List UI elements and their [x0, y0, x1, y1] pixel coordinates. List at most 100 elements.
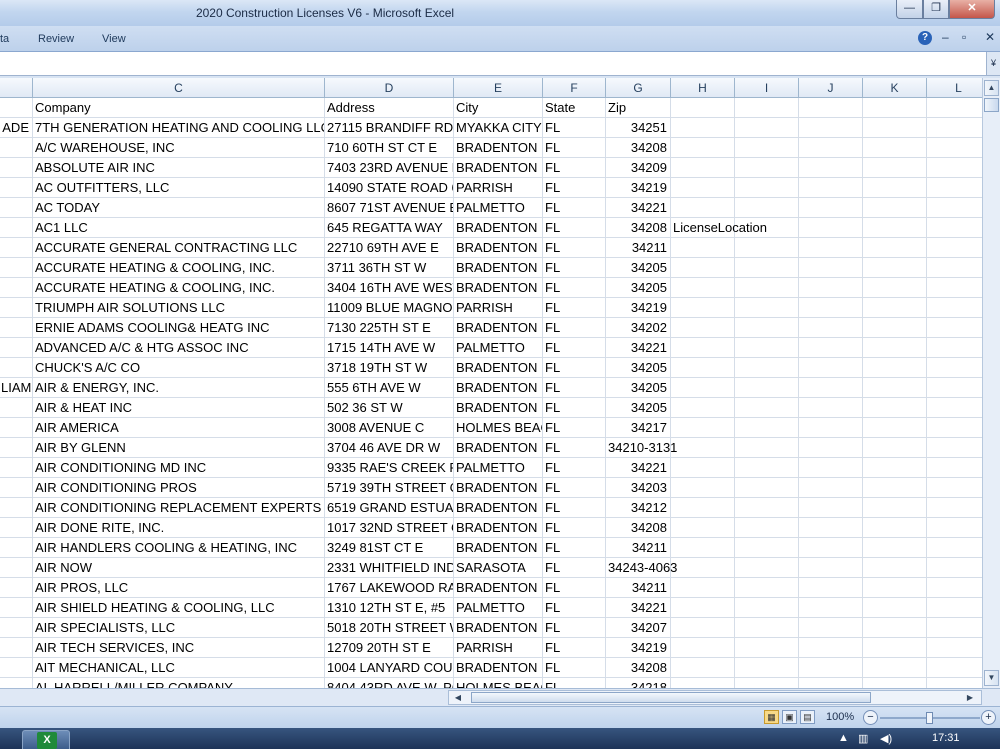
cell-h[interactable] [671, 258, 735, 278]
cell-k[interactable] [863, 258, 927, 278]
cell-b[interactable] [0, 578, 33, 598]
cell-l[interactable] [927, 98, 982, 118]
cell-i[interactable] [735, 98, 799, 118]
cell-k[interactable] [863, 338, 927, 358]
cell-j[interactable] [799, 658, 863, 678]
cell-j[interactable] [799, 338, 863, 358]
tab-view[interactable]: View [102, 33, 126, 45]
cell-l[interactable] [927, 638, 982, 658]
cell-l[interactable] [927, 138, 982, 158]
cell-l[interactable] [927, 238, 982, 258]
cell-h[interactable] [671, 178, 735, 198]
cell-state[interactable]: FL [543, 658, 606, 678]
cell-zip[interactable]: 34217 [606, 418, 671, 438]
cell-company[interactable]: AIR DONE RITE, INC. [33, 518, 325, 538]
cell-h[interactable] [671, 638, 735, 658]
cell-j[interactable] [799, 538, 863, 558]
scroll-up-icon[interactable]: ▲ [984, 80, 999, 96]
cell-k[interactable] [863, 118, 927, 138]
cell-company[interactable]: Company [33, 98, 325, 118]
column-header-d[interactable]: D [325, 78, 454, 98]
cell-city[interactable]: PARRISH [454, 638, 543, 658]
cell-address[interactable]: 5018 20TH STREET W [325, 618, 454, 638]
workbook-minimize-button[interactable]: – [942, 30, 949, 44]
cell-city[interactable]: BRADENTON [454, 578, 543, 598]
cell-city[interactable]: BRADENTON [454, 478, 543, 498]
cell-i[interactable] [735, 438, 799, 458]
cell-state[interactable]: FL [543, 158, 606, 178]
cell-k[interactable] [863, 138, 927, 158]
cell-zip[interactable]: 34202 [606, 318, 671, 338]
cell-k[interactable] [863, 518, 927, 538]
cell-b[interactable] [0, 598, 33, 618]
cell-i[interactable] [735, 238, 799, 258]
cell-company[interactable]: TRIUMPH AIR SOLUTIONS LLC [33, 298, 325, 318]
workbook-close-button[interactable]: ✕ [985, 30, 995, 44]
cell-city[interactable]: BRADENTON [454, 378, 543, 398]
cell-l[interactable] [927, 198, 982, 218]
cell-state[interactable]: FL [543, 518, 606, 538]
cell-k[interactable] [863, 478, 927, 498]
cell-zip[interactable]: 34208 [606, 138, 671, 158]
tab-review[interactable]: Review [38, 33, 74, 45]
cell-address[interactable]: 710 60TH ST CT E [325, 138, 454, 158]
cell-i[interactable] [735, 318, 799, 338]
cell-i[interactable] [735, 538, 799, 558]
cell-i[interactable] [735, 518, 799, 538]
cell-state[interactable]: FL [543, 218, 606, 238]
cell-zip[interactable]: 34221 [606, 198, 671, 218]
cell-b[interactable] [0, 218, 33, 238]
cell-state[interactable]: FL [543, 138, 606, 158]
cell-l[interactable] [927, 498, 982, 518]
cell-i[interactable] [735, 398, 799, 418]
cell-i[interactable] [735, 638, 799, 658]
cell-k[interactable] [863, 638, 927, 658]
cell-i[interactable] [735, 378, 799, 398]
cell-company[interactable]: AIR SHIELD HEATING & COOLING, LLC [33, 598, 325, 618]
cell-state[interactable]: State [543, 98, 606, 118]
cell-b[interactable] [0, 518, 33, 538]
cell-b[interactable] [0, 478, 33, 498]
cell-j[interactable] [799, 478, 863, 498]
cell-l[interactable] [927, 518, 982, 538]
cell-l[interactable] [927, 678, 982, 688]
cell-company[interactable]: AIT MECHANICAL, LLC [33, 658, 325, 678]
scroll-down-icon[interactable]: ▼ [984, 670, 999, 686]
cell-city[interactable]: BRADENTON [454, 138, 543, 158]
cell-city[interactable]: BRADENTON [454, 438, 543, 458]
cell-city[interactable]: BRADENTON [454, 658, 543, 678]
cell-l[interactable] [927, 318, 982, 338]
cell-state[interactable]: FL [543, 338, 606, 358]
cell-i[interactable] [735, 598, 799, 618]
cell-address[interactable]: 1310 12TH ST E, #5 [325, 598, 454, 618]
cell-l[interactable] [927, 298, 982, 318]
cell-city[interactable]: PARRISH [454, 298, 543, 318]
cell-k[interactable] [863, 598, 927, 618]
cell-b[interactable] [0, 618, 33, 638]
formula-bar[interactable]: ¥ [0, 52, 1000, 76]
cell-b[interactable] [0, 298, 33, 318]
cell-j[interactable] [799, 398, 863, 418]
cell-j[interactable] [799, 598, 863, 618]
cell-l[interactable] [927, 358, 982, 378]
cell-b[interactable] [0, 538, 33, 558]
tab-data[interactable]: ta [0, 33, 9, 45]
cell-address[interactable]: 1767 LAKEWOOD RAI [325, 578, 454, 598]
cell-j[interactable] [799, 238, 863, 258]
cell-company[interactable]: CHUCK'S A/C CO [33, 358, 325, 378]
cell-k[interactable] [863, 218, 927, 238]
cell-zip[interactable]: 34219 [606, 298, 671, 318]
cell-company[interactable]: AIR SPECIALISTS, LLC [33, 618, 325, 638]
column-header-j[interactable]: J [799, 78, 863, 98]
cell-h[interactable] [671, 378, 735, 398]
cell-company[interactable]: AIR CONDITIONING MD INC [33, 458, 325, 478]
cell-address[interactable]: 3704 46 AVE DR W [325, 438, 454, 458]
cell-l[interactable] [927, 598, 982, 618]
cell-i[interactable] [735, 418, 799, 438]
cell-address[interactable]: 8607 71ST AVENUE E/ [325, 198, 454, 218]
zoom-level[interactable]: 100% [826, 711, 854, 723]
zoom-slider-knob[interactable] [926, 712, 933, 724]
cell-state[interactable]: FL [543, 678, 606, 688]
cell-i[interactable] [735, 498, 799, 518]
cell-h[interactable] [671, 478, 735, 498]
